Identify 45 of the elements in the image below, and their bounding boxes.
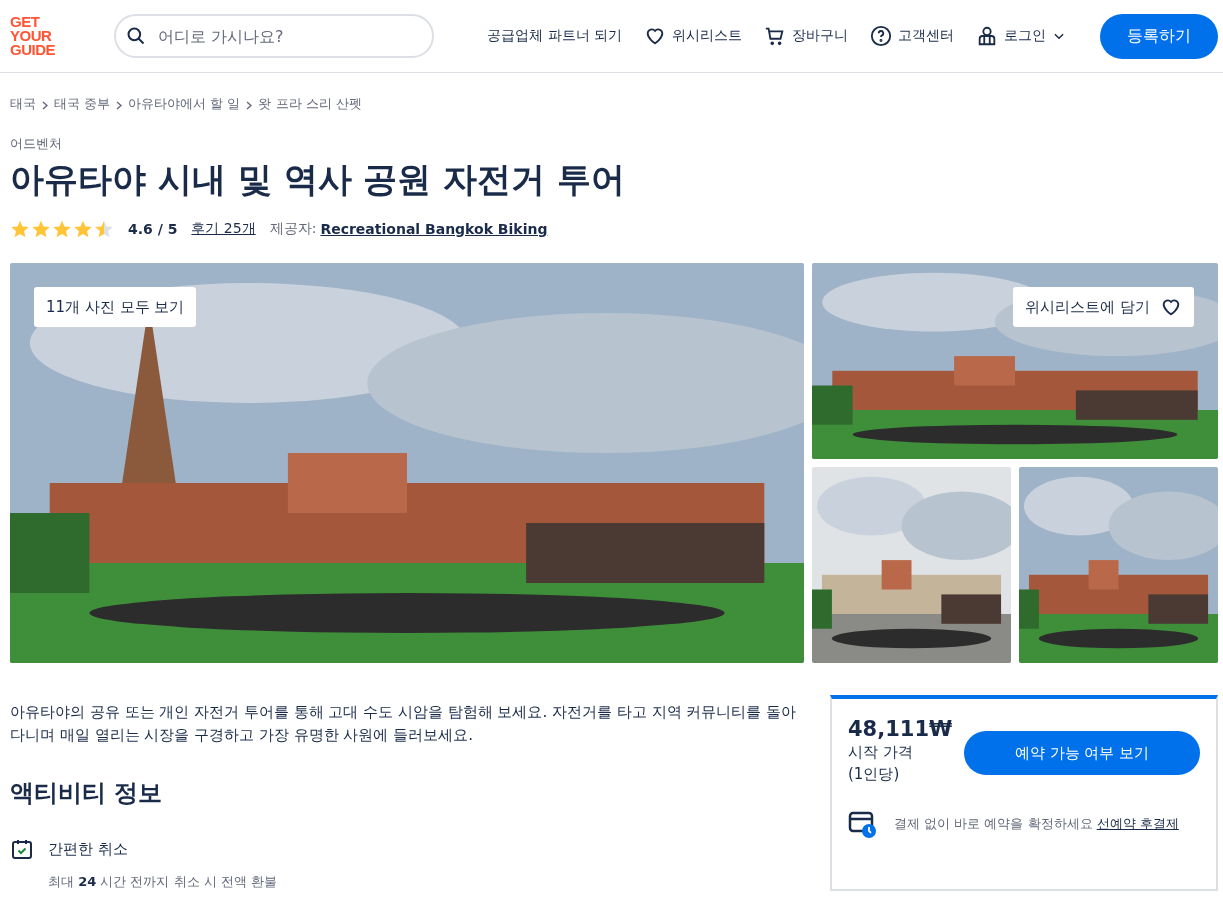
user-icon (976, 25, 998, 47)
info-title: 간편한 취소 (48, 839, 129, 859)
wishlist-button[interactable]: 위시리스트에 담기 (1013, 287, 1194, 327)
section-heading: 액티비티 정보 (10, 778, 164, 809)
reserve-link[interactable]: 선예약 후결제 (1096, 816, 1179, 831)
nav-link[interactable]: 고객센터 (870, 25, 954, 47)
star-icon (52, 219, 72, 239)
breadcrumb-link[interactable]: 아유타야에서 할 일 (128, 95, 241, 113)
breadcrumb-link[interactable]: 태국 중부 (54, 95, 111, 113)
signup-button[interactable]: 등록하기 (1100, 13, 1218, 59)
provider-label: 제공자: (269, 220, 317, 238)
nav-link[interactable]: 공급업체 파트너 되기 (487, 27, 622, 45)
reviews-link[interactable]: 후기 25개 (191, 220, 256, 238)
info-detail: 최대 24 시간 전까지 취소 시 전액 환불 (48, 873, 279, 891)
nav-link[interactable]: 장바구니 (764, 25, 848, 47)
nav-link[interactable]: 로그인 (976, 25, 1066, 47)
price-unit: (1인당) (848, 764, 901, 785)
rating-score: 4.6 / 5 (128, 221, 178, 237)
star-icon (10, 219, 30, 239)
breadcrumb-link[interactable]: 태국 (10, 95, 36, 113)
breadcrumb-link[interactable]: 왓 프라 스리 산펫 (258, 95, 362, 113)
nav-link[interactable]: 위시리스트 (644, 25, 742, 47)
provider-link[interactable]: Recreational Bangkok Biking (320, 221, 548, 237)
star-icon (73, 219, 93, 239)
all-photos-button[interactable]: 11개 사진 모두 보기 (34, 287, 197, 327)
help-icon (870, 25, 892, 47)
page-title: 아유타야 시내 및 역사 공원 자전거 투어 (10, 158, 627, 201)
chevron-icon (116, 100, 123, 110)
heart-icon (644, 25, 666, 47)
cart-icon (764, 25, 786, 47)
price-label: 시작 가격 (848, 742, 914, 763)
chevron-icon (42, 100, 48, 110)
star-icon (94, 219, 114, 239)
chevron-icon (246, 100, 253, 110)
heart-icon (1160, 296, 1182, 318)
category-label: 어드벤처 (10, 135, 63, 153)
price: 48,111₩ (848, 717, 953, 741)
payment-note: 결제 없이 바로 예약을 확정하세요 선예약 후결제 (894, 815, 1179, 833)
star-icon (31, 219, 51, 239)
search-icon (126, 26, 146, 46)
search-field[interactable]: 어디로 가시나요? (114, 14, 434, 58)
description-text: 아유타야의 공유 또는 개인 자전거 투어를 통해 고대 수도 시암을 탐험해 보세요. 자전거를 타고 지역 커뮤니티를 돌아다니며 매일 열리는 시장을 구경하고 가장 유명한 사원에 들러보세요. (10, 702, 798, 746)
check-availability-button[interactable]: 예약 가능 여부 보기 (964, 731, 1200, 775)
calendar-check-icon (10, 837, 34, 861)
card-clock-icon (848, 809, 878, 839)
